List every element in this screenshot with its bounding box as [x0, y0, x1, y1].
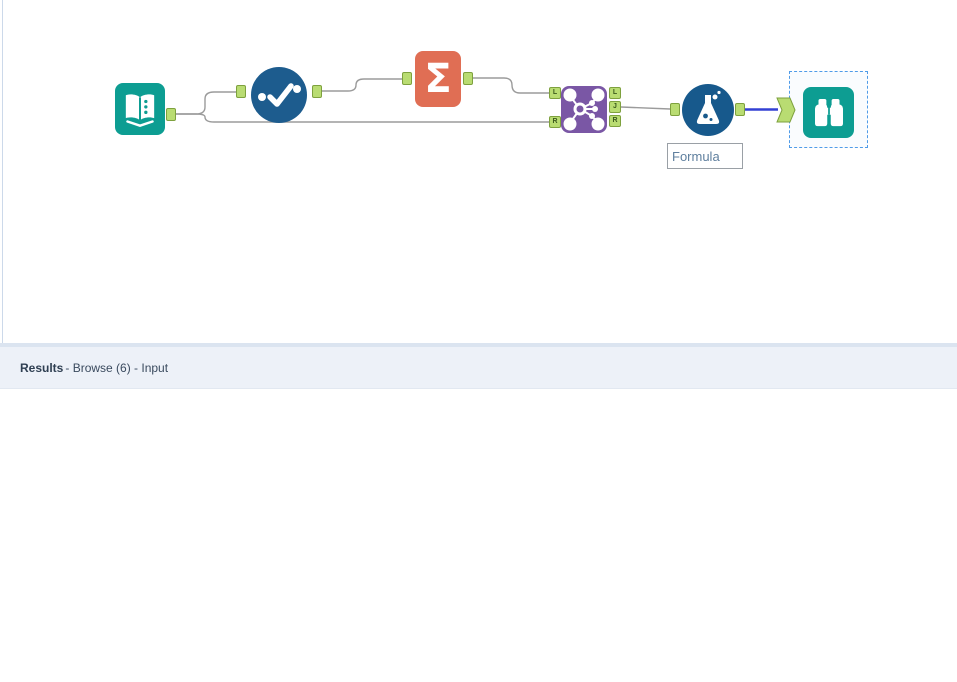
formula-tool[interactable] [682, 84, 734, 136]
formula-output-port[interactable] [735, 103, 745, 116]
join-input-port-r-label: R [552, 118, 558, 125]
wire-join-to-formula[interactable] [620, 106, 671, 110]
input-data-tool[interactable] [115, 83, 165, 135]
join-output-port-j-label: J [613, 103, 617, 110]
binoculars-icon [814, 98, 843, 126]
summarize-tool[interactable]: Σ [415, 51, 461, 107]
connection-wires [175, 77, 778, 123]
summarize-input-port[interactable] [402, 72, 412, 85]
sigma-icon: Σ [424, 56, 452, 102]
wire-input-to-join-r[interactable] [175, 113, 550, 123]
formula-annotation[interactable]: Formula [667, 143, 743, 169]
formula-input-port[interactable] [670, 103, 680, 116]
alteryx-designer-window: Σ L R L J R Formula Results - Browse (6)… [0, 0, 957, 682]
workflow-canvas[interactable]: Σ L R L J R Formula [0, 0, 957, 343]
wire-select-to-summarize[interactable] [321, 78, 403, 92]
wire-input-to-select[interactable] [175, 91, 237, 115]
select-input-port[interactable] [236, 85, 246, 98]
results-title: Results [20, 360, 64, 375]
select-tool[interactable] [251, 67, 307, 123]
results-panel-header: Results - Browse (6) - Input [0, 347, 957, 389]
join-input-port-l-label: L [552, 89, 558, 96]
join-network-icon [563, 88, 605, 131]
open-book-icon [125, 94, 155, 127]
select-check-icon [258, 83, 301, 107]
wire-summarize-to-join-l[interactable] [472, 77, 550, 94]
results-subtitle: - Browse (6) - Input [65, 360, 169, 375]
join-tool[interactable] [561, 86, 607, 133]
input-output-port[interactable] [166, 108, 176, 121]
join-output-port-l-label: L [612, 89, 618, 96]
results-panel-body: ? 6 of 6 Fields ▾ Cell Viewer ▾ 6 record… [0, 389, 957, 682]
select-output-port[interactable] [312, 85, 322, 98]
join-output-port-r-label: R [612, 117, 618, 124]
browse-input-port[interactable] [776, 97, 796, 123]
flask-icon [696, 90, 721, 124]
summarize-output-port[interactable] [463, 72, 473, 85]
browse-tool[interactable] [803, 87, 854, 138]
